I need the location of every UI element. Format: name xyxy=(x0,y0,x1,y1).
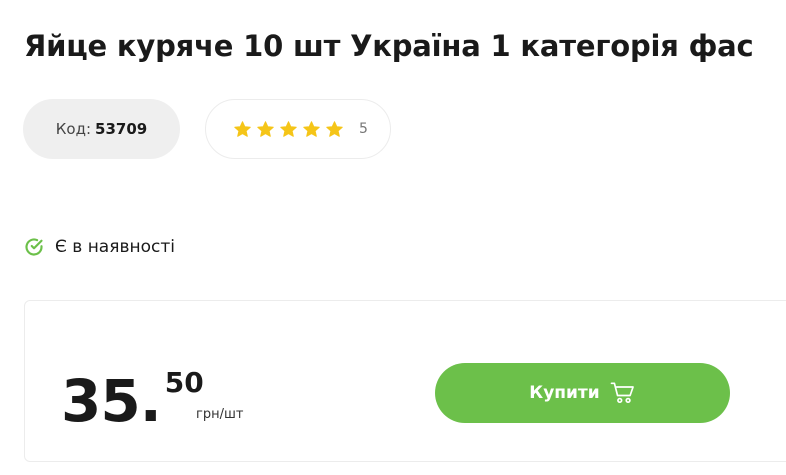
star-icon xyxy=(303,120,320,137)
price-unit: грн/шт xyxy=(196,407,244,422)
rating-count: 5 xyxy=(359,121,368,137)
product-code-value: 53709 xyxy=(95,120,148,138)
rating-box[interactable]: 5 xyxy=(205,99,391,159)
product-code-label: Код: xyxy=(55,120,92,138)
product-page: Яйце куряче 10 шт Україна 1 категорія фа… xyxy=(0,0,786,475)
cart-icon xyxy=(610,382,634,404)
product-title: Яйце куряче 10 шт Україна 1 категорія фа… xyxy=(24,29,754,63)
availability-status: Є в наявності xyxy=(24,237,175,257)
rating-stars xyxy=(233,120,344,139)
price-integer: 35. xyxy=(61,367,162,435)
price-fraction: 50 xyxy=(164,366,204,399)
star-icon xyxy=(280,120,297,137)
product-code-badge: Код: 53709 xyxy=(23,99,180,159)
star-icon xyxy=(234,120,251,137)
buy-button-label: Купити xyxy=(529,383,600,403)
availability-text: Є в наявності xyxy=(55,237,175,257)
buy-panel: 35. 50 грн/шт Купити xyxy=(24,300,786,462)
star-icon xyxy=(257,120,274,137)
price: 35. 50 xyxy=(61,366,204,435)
check-circle-icon xyxy=(25,238,43,256)
star-icon xyxy=(326,120,343,137)
buy-button[interactable]: Купити xyxy=(435,363,730,423)
